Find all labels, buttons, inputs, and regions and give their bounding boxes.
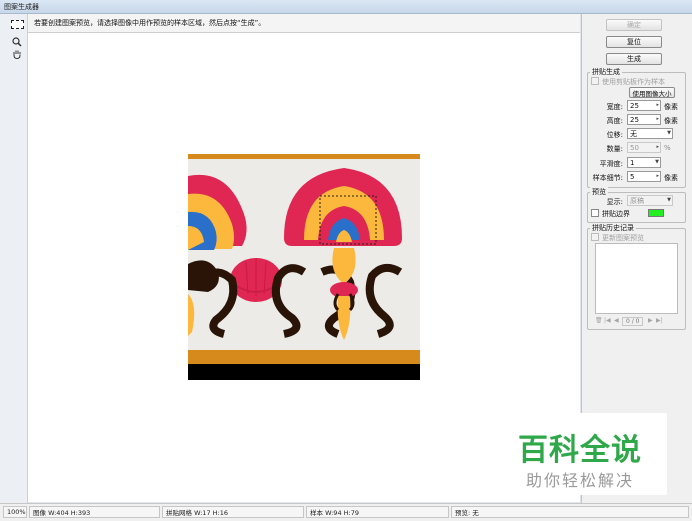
title-bar: 图案生成器 (0, 0, 692, 14)
preview-status: 预览: 无 (451, 506, 689, 518)
reset-button[interactable]: 复位 (606, 36, 662, 48)
next-page-icon[interactable]: ▶ (648, 317, 653, 324)
width-unit: 像素 (664, 103, 678, 111)
offset-select[interactable]: 无 ▼ (627, 128, 673, 139)
last-page-icon[interactable]: ▶| (656, 317, 663, 324)
chevron-down-icon: ▼ (667, 130, 671, 136)
show-label: 显示: (606, 198, 623, 206)
chevron-down-icon: ▼ (655, 159, 659, 165)
tool-strip (0, 14, 28, 503)
ok-button[interactable]: 确定 (606, 19, 662, 31)
tile-borders-label: 拼贴边界 (602, 210, 630, 218)
tile-generation-title: 拼贴生成 (590, 67, 622, 77)
image-size: 图像 W:404 H:393 (29, 506, 160, 518)
tile-borders-checkbox[interactable] (591, 209, 599, 217)
show-select[interactable]: 原稿 ▼ (627, 195, 673, 206)
prev-page-icon[interactable]: ◀ (614, 317, 619, 324)
width-label: 宽度: (606, 103, 623, 111)
height-unit: 像素 (664, 117, 678, 125)
pattern-artwork (188, 154, 420, 380)
generate-button[interactable]: 生成 (606, 53, 662, 65)
watermark-subtitle: 助你轻松解决 (525, 471, 634, 490)
height-label: 高度: (606, 117, 623, 125)
amount-input[interactable]: 50 ▸ (627, 142, 661, 153)
amount-label: 数量: (606, 145, 623, 153)
history-list[interactable] (595, 243, 678, 314)
marquee-icon[interactable] (11, 20, 24, 29)
watermark-logo: 百科全说 (518, 433, 642, 468)
status-bar: 100% 图像 W:404 H:393 拼贴网格 W:17 H:16 样本 W:… (0, 503, 692, 521)
chevron-down-icon: ▼ (667, 197, 671, 203)
first-page-icon[interactable]: |◀ (604, 317, 611, 324)
magnifier-icon[interactable] (10, 36, 24, 48)
tile-grid-size: 拼贴网格 W:17 H:16 (162, 506, 304, 518)
use-image-size-button[interactable]: 使用图像大小 (629, 87, 675, 98)
height-input[interactable]: 25 ▸ (627, 114, 661, 125)
instruction-bar: 若要创建图案预览，请选择图像中用作预览的样本区域，然后点按“生成”。 (28, 14, 580, 33)
page-counter: 0 / 0 (622, 317, 644, 326)
preview-group-title: 预览 (590, 187, 608, 197)
use-clipboard-label: 使用剪贴板作为样本 (602, 78, 665, 86)
smoothness-label: 平滑度: (599, 160, 623, 168)
pattern-image[interactable] (188, 154, 420, 380)
history-group-title: 拼贴历史记录 (590, 223, 636, 233)
update-preview-label: 更新图案预览 (602, 234, 644, 242)
offset-label: 位移: (606, 131, 623, 139)
instruction-text: 若要创建图案预览，请选择图像中用作预览的样本区域，然后点按“生成”。 (34, 19, 266, 27)
sample-detail-input[interactable]: 5 ▸ (627, 171, 661, 182)
width-input[interactable]: 25 ▸ (627, 100, 661, 111)
hand-icon[interactable] (10, 48, 24, 60)
update-preview-checkbox[interactable] (591, 233, 599, 241)
delete-icon[interactable]: 🗑 (595, 317, 603, 324)
amount-unit: % (664, 144, 671, 152)
use-clipboard-checkbox[interactable] (591, 77, 599, 85)
smoothness-select[interactable]: 1 ▼ (627, 157, 661, 168)
sample-size: 样本 W:94 H:79 (306, 506, 449, 518)
zoom-level: 100% (3, 506, 27, 518)
watermark: 百科全说 助你轻松解决 (493, 413, 667, 495)
sample-detail-unit: 像素 (664, 174, 678, 182)
sample-detail-label: 样本细节: (592, 174, 623, 182)
tile-border-color-swatch[interactable] (648, 209, 664, 217)
window-title: 图案生成器 (4, 2, 39, 11)
